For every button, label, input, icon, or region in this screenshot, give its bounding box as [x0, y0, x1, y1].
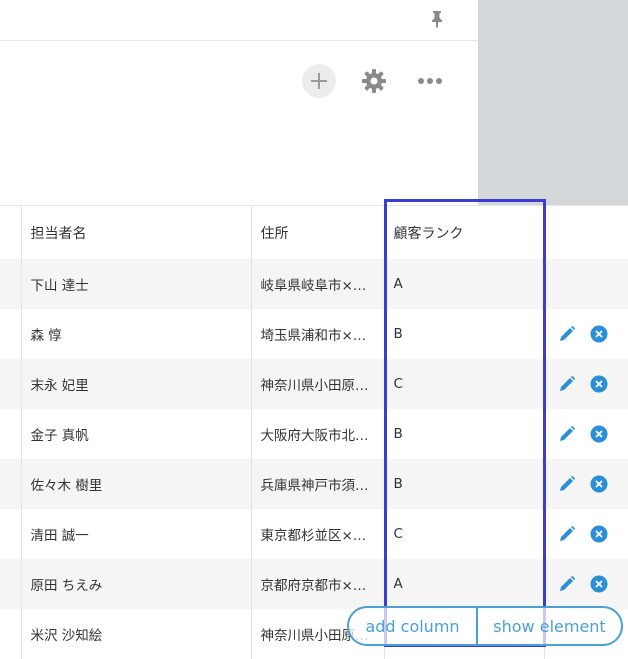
row-leading-cell — [0, 409, 21, 459]
cell-customer-rank: A — [384, 559, 544, 609]
delete-icon[interactable] — [589, 574, 609, 594]
row-actions — [545, 574, 628, 594]
cell-assignee: 清田 誠一 — [21, 509, 251, 559]
cell-address: 兵庫県神戸市須… — [251, 459, 384, 509]
cell-actions — [544, 259, 628, 309]
row-leading-cell — [0, 309, 21, 359]
table-header-row: 担当者名 住所 顧客ランク — [0, 206, 628, 259]
edit-icon[interactable] — [557, 374, 577, 394]
edit-icon[interactable] — [557, 574, 577, 594]
row-leading-cell — [0, 259, 21, 309]
cell-actions — [544, 509, 628, 559]
side-panel-placeholder — [478, 0, 628, 205]
row-actions — [545, 324, 628, 344]
delete-icon[interactable] — [589, 424, 609, 444]
cell-assignee: 森 惇 — [21, 309, 251, 359]
add-column-button[interactable]: add column — [349, 608, 478, 644]
cell-assignee: 原田 ちえみ — [21, 559, 251, 609]
show-element-button[interactable]: show element — [478, 608, 621, 644]
edit-icon[interactable] — [557, 524, 577, 544]
cell-actions — [544, 359, 628, 409]
cell-address: 東京都杉並区×… — [251, 509, 384, 559]
cell-address: 神奈川県小田原… — [251, 359, 384, 409]
delete-icon[interactable] — [589, 324, 609, 344]
cell-address: 埼玉県浦和市×… — [251, 309, 384, 359]
cell-assignee: 末永 妃里 — [21, 359, 251, 409]
table-row[interactable]: 森 惇埼玉県浦和市×…B — [0, 309, 628, 359]
table-row[interactable]: 下山 達士岐阜県岐阜市×…A — [0, 259, 628, 309]
table-row[interactable]: 清田 誠一東京都杉並区×…C — [0, 509, 628, 559]
table-row[interactable]: 原田 ちえみ京都府京都市×…A — [0, 559, 628, 609]
cell-address: 岐阜県岐阜市×… — [251, 259, 384, 309]
more-horizontal-icon — [417, 77, 443, 85]
pin-icon[interactable] — [429, 10, 445, 28]
cell-customer-rank: B — [384, 309, 544, 359]
row-leading-cell — [0, 459, 21, 509]
column-action-pill: add column show element — [347, 606, 623, 646]
row-leading-cell — [0, 559, 21, 609]
cell-assignee: 佐々木 樹里 — [21, 459, 251, 509]
cell-actions — [544, 459, 628, 509]
cell-actions — [544, 309, 628, 359]
add-record-button[interactable] — [302, 64, 336, 98]
delete-icon[interactable] — [589, 374, 609, 394]
row-actions — [545, 474, 628, 494]
cell-actions — [544, 559, 628, 609]
row-actions — [545, 524, 628, 544]
cell-customer-rank: C — [384, 509, 544, 559]
edit-icon[interactable] — [557, 474, 577, 494]
cell-customer-rank: A — [384, 259, 544, 309]
cell-assignee: 下山 達士 — [21, 259, 251, 309]
cell-customer-rank: B — [384, 459, 544, 509]
table-row[interactable]: 金子 真帆大阪府大阪市北…B — [0, 409, 628, 459]
gear-icon — [361, 68, 387, 94]
cell-customer-rank: C — [384, 359, 544, 409]
settings-button[interactable] — [358, 65, 390, 97]
edit-icon[interactable] — [557, 324, 577, 344]
record-toolbar — [0, 64, 478, 100]
column-header-address[interactable]: 住所 — [251, 206, 384, 259]
cell-assignee: 金子 真帆 — [21, 409, 251, 459]
row-leading-cell — [0, 509, 21, 559]
cell-customer-rank: B — [384, 409, 544, 459]
cell-address: 京都府京都市×… — [251, 559, 384, 609]
delete-icon[interactable] — [589, 524, 609, 544]
more-options-button[interactable] — [413, 65, 447, 97]
table-row[interactable]: 佐々木 樹里兵庫県神戸市須…B — [0, 459, 628, 509]
row-actions — [545, 374, 628, 394]
column-header-customer-rank[interactable]: 顧客ランク — [384, 206, 544, 259]
column-header-actions — [544, 206, 628, 259]
plus-icon — [309, 71, 329, 91]
row-leading-cell — [0, 359, 21, 409]
cell-actions — [544, 409, 628, 459]
top-bar — [0, 0, 478, 41]
row-actions — [545, 424, 628, 444]
edit-icon[interactable] — [557, 424, 577, 444]
delete-icon[interactable] — [589, 474, 609, 494]
column-header-leading — [0, 206, 21, 259]
column-header-assignee[interactable]: 担当者名 — [21, 206, 251, 259]
cell-address: 大阪府大阪市北… — [251, 409, 384, 459]
records-table: 担当者名 住所 顧客ランク 下山 達士岐阜県岐阜市×…A森 惇埼玉県浦和市×…B… — [0, 206, 628, 659]
table-row[interactable]: 末永 妃里神奈川県小田原…C — [0, 359, 628, 409]
